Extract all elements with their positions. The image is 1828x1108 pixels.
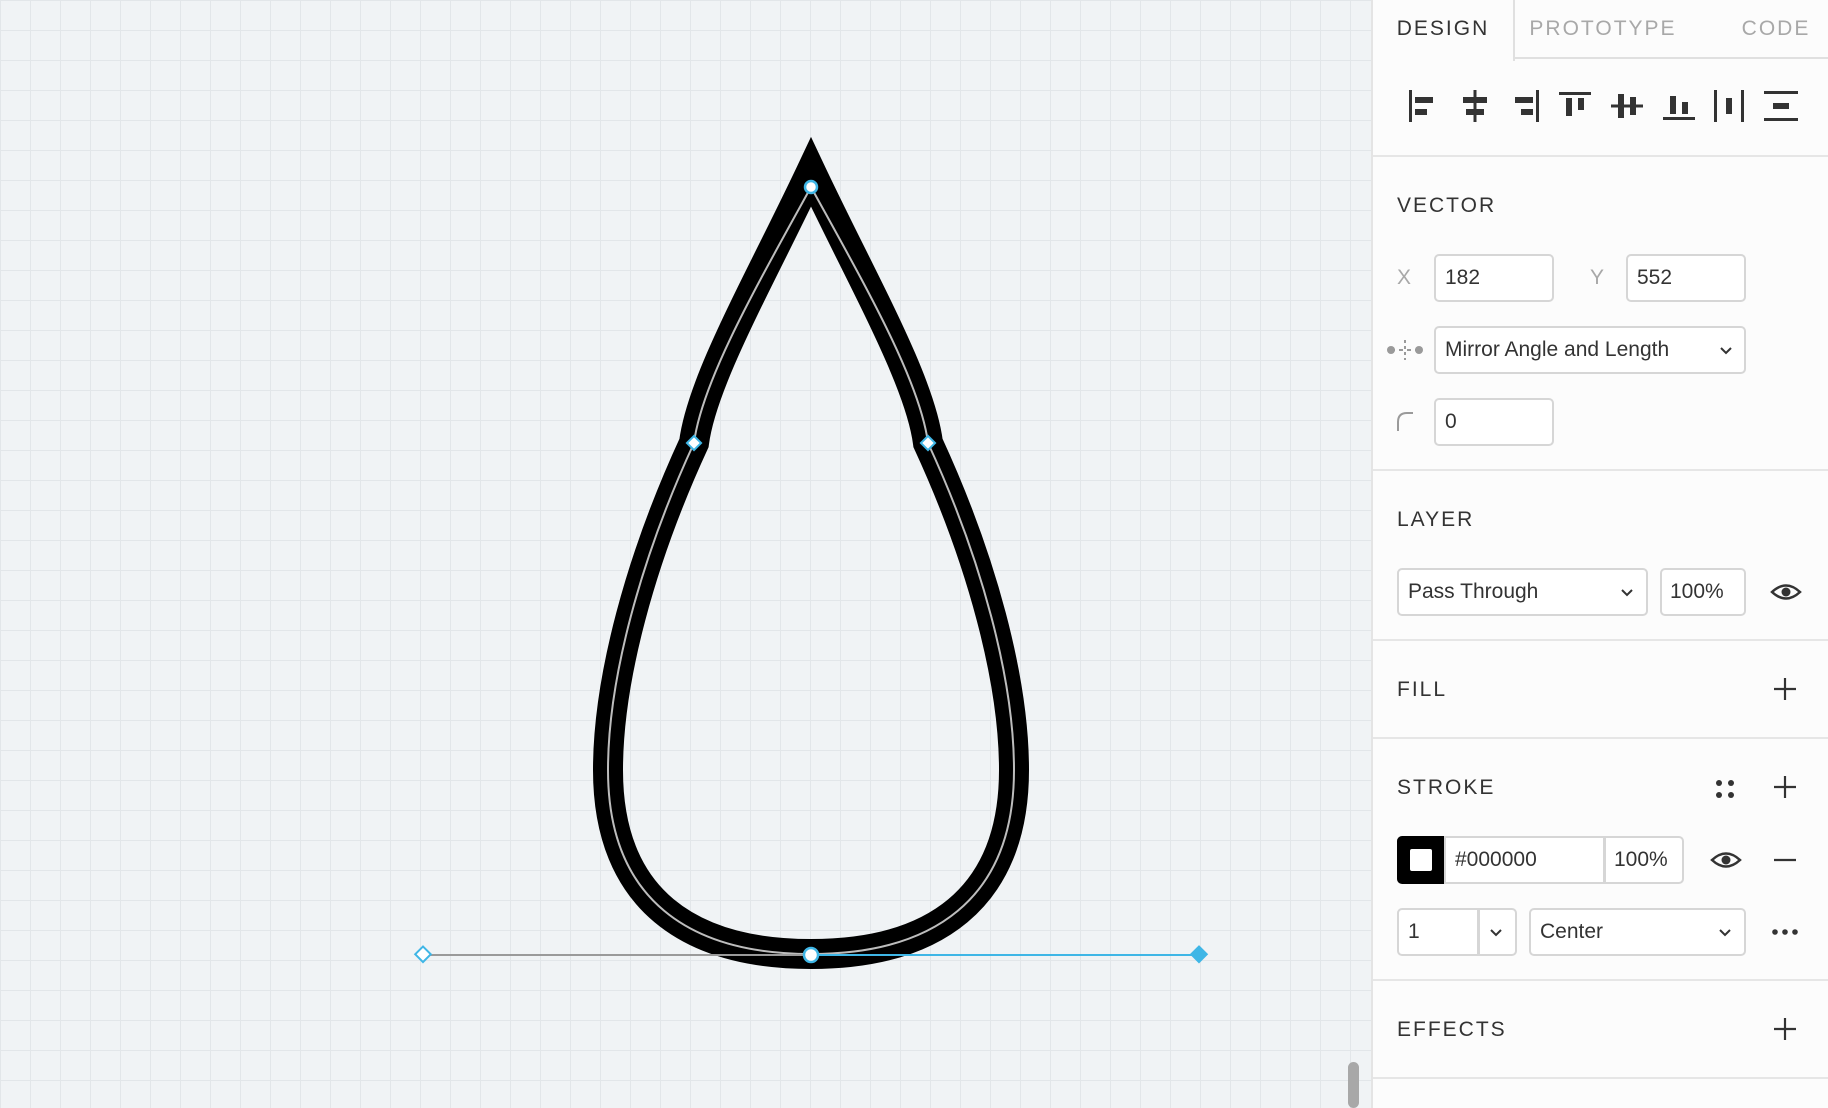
stroke-opacity-input[interactable]: 100% [1604,836,1684,884]
stroke-position-select[interactable]: Center [1529,908,1746,956]
align-bottom-icon [1663,96,1695,120]
divider [1373,979,1828,981]
remove-stroke-minus-icon[interactable] [1771,846,1799,874]
align-bottom-button[interactable] [1657,84,1701,128]
y-input[interactable]: 552 [1626,254,1746,302]
path-outline [606,184,1016,956]
design-canvas[interactable] [0,0,1371,1108]
align-right-icon [1515,90,1539,122]
swatch-inner [1410,849,1432,871]
mirror-handles-icon [1387,340,1423,360]
distribute-horizontal-button[interactable] [1707,84,1751,128]
divider [1373,737,1828,739]
properties-panel: DESIGN PROTOTYPE CODE VECTOR X 182 Y 552… [1371,0,1828,1108]
stroke-weight-input[interactable]: 1 [1397,908,1479,956]
chevron-down-icon [1720,347,1732,355]
stroke-weight-dropdown[interactable] [1478,908,1517,956]
stroke-color-hex-input[interactable]: #000000 [1444,836,1605,884]
stroke-section-title: STROKE [1397,776,1496,799]
divider [1373,155,1828,157]
alignment-toolbar [1373,84,1828,128]
align-horizontal-center-icon [1463,90,1487,122]
panel-tabs: DESIGN PROTOTYPE CODE [1373,0,1828,61]
stroke-color-swatch[interactable] [1397,836,1445,884]
bezier-handle-right[interactable] [1189,945,1209,964]
corner-radius-icon [1397,412,1413,431]
layer-visibility-eye-icon[interactable] [1770,578,1802,606]
divider [1373,469,1828,471]
align-top-icon [1559,92,1591,116]
x-input[interactable]: 182 [1434,254,1554,302]
stroke-visibility-eye-icon[interactable] [1710,846,1742,874]
chevron-down-icon [1719,929,1731,937]
anchor-point-bottom[interactable] [802,946,820,964]
blend-mode-select[interactable]: Pass Through [1397,568,1648,616]
chevron-down-icon [1490,929,1502,937]
align-vertical-center-icon [1611,94,1643,118]
blend-mode-value: Pass Through [1408,580,1539,603]
canvas-drawing [413,136,1209,970]
layer-opacity-input[interactable]: 100% [1660,568,1746,616]
align-horizontal-center-button[interactable] [1453,84,1497,128]
align-left-button[interactable] [1401,84,1445,128]
effects-section-title: EFFECTS [1397,1018,1507,1041]
y-label: Y [1590,266,1605,289]
align-right-button[interactable] [1503,84,1547,128]
style-grid-icon[interactable] [1711,775,1739,803]
x-label: X [1397,266,1412,289]
mirror-mode-value: Mirror Angle and Length [1445,338,1670,361]
distribute-vertical-button[interactable] [1759,84,1803,128]
stroke-position-value: Center [1540,920,1604,943]
divider [1373,639,1828,641]
divider [1373,1077,1828,1079]
more-options-icon[interactable] [1769,918,1801,946]
anchor-point-top[interactable] [803,179,819,195]
mirror-mode-select[interactable]: Mirror Angle and Length [1434,326,1746,374]
align-top-button[interactable] [1553,84,1597,128]
tab-design[interactable]: DESIGN [1373,0,1515,61]
corner-radius-input[interactable]: 0 [1434,398,1554,446]
chevron-down-icon [1621,589,1633,597]
tab-prototype[interactable]: PROTOTYPE [1523,0,1683,59]
add-effect-plus-icon[interactable] [1771,1015,1799,1043]
bezier-handle-left[interactable] [413,945,433,964]
add-fill-plus-icon[interactable] [1771,675,1799,703]
align-vertical-center-button[interactable] [1605,84,1649,128]
layer-section-title: LAYER [1397,508,1475,531]
teardrop-vector[interactable] [592,136,1030,970]
tab-code[interactable]: CODE [1731,0,1821,59]
align-left-icon [1409,90,1433,122]
distribute-horizontal-icon [1714,90,1744,122]
fill-section-title: FILL [1397,678,1448,701]
canvas-scrollbar[interactable] [1348,1062,1359,1108]
vector-section-title: VECTOR [1397,194,1497,217]
distribute-vertical-icon [1764,91,1798,121]
add-stroke-plus-icon[interactable] [1771,773,1799,801]
